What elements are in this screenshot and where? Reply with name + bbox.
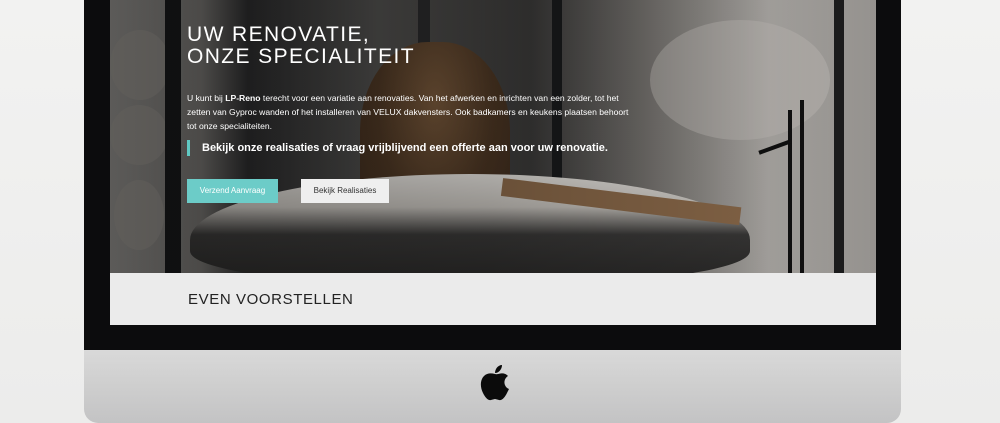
intro-section: EVEN VOORSTELLEN [110,273,876,325]
hero-section: UW RENOVATIE, ONZE SPECIALITEIT U kunt b… [110,0,876,273]
hero-title: UW RENOVATIE, ONZE SPECIALITEIT [187,24,415,68]
brand-name: LP-Reno [225,93,261,103]
hero-description: U kunt bij LP-Reno terecht voor een vari… [187,91,632,133]
desc-prefix: U kunt bij [187,93,226,103]
send-request-button[interactable]: Verzend Aanvraag [187,179,278,203]
hero-title-line: ONZE SPECIALITEIT [187,45,416,68]
view-projects-button[interactable]: Bekijk Realisaties [301,179,389,203]
intro-title: EVEN VOORSTELLEN [188,291,354,308]
hero-title-line: UW RENOVATIE, [187,23,371,46]
monitor-bezel: UW RENOVATIE, ONZE SPECIALITEIT U kunt b… [84,0,901,350]
monitor-chin [84,350,901,423]
apple-logo-icon [480,365,509,401]
hero-quote: Bekijk onze realisaties of vraag vrijbli… [187,140,608,156]
imac-monitor: UW RENOVATIE, ONZE SPECIALITEIT U kunt b… [84,0,901,423]
website-screen: UW RENOVATIE, ONZE SPECIALITEIT U kunt b… [110,0,876,325]
